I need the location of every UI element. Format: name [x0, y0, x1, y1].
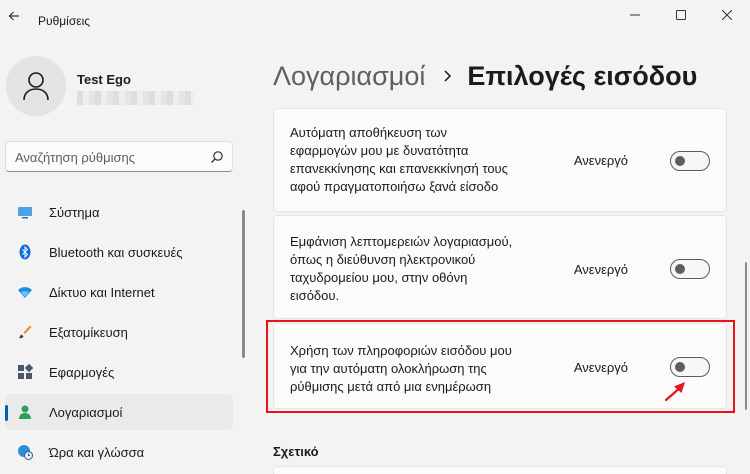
bluetooth-icon [19, 244, 31, 260]
setting-description-line: αφού πραγματοποιήσω ξανά είσοδο [290, 179, 499, 194]
clock-globe-icon [18, 445, 33, 460]
sidebar-item-label: Δίκτυο και Internet [49, 284, 155, 300]
chevron-right-icon [444, 70, 452, 82]
search-icon[interactable] [210, 150, 224, 164]
related-heading: Σχετικό [273, 444, 319, 459]
sidebar-item-label: Εξατομίκευση [49, 324, 128, 340]
sidebar-item-label: Εφαρμογές [49, 364, 115, 380]
sidebar-item-time-language[interactable]: Ώρα και γλώσσα [5, 434, 233, 470]
setting-description: Εμφάνιση λεπτομερειών λογαριασμού, όπως … [290, 233, 512, 305]
setting-description-line: ταχυδρομείου μου, στην οθόνη [290, 270, 468, 285]
sidebar-nav: Σύστημα Bluetooth και συσκευές Δίκτυο κα… [5, 194, 233, 474]
setting-description-line: όπως η διεύθυνση ηλεκτρονικού [290, 252, 476, 267]
apps-icon [18, 364, 33, 379]
sidebar-item-label: Λογαριασμοί [49, 404, 123, 420]
monitor-icon [18, 207, 32, 219]
sidebar-item-label: Bluetooth και συσκευές [49, 244, 183, 260]
sidebar-item-label: Ώρα και γλώσσα [49, 444, 145, 460]
title-bar: Ρυθμίσεις [0, 0, 750, 34]
brush-icon [19, 325, 32, 339]
toggle-knob [675, 156, 685, 166]
person-icon [23, 72, 49, 101]
maximize-button[interactable] [658, 4, 704, 26]
arrow-annotation-icon [664, 382, 685, 402]
back-arrow-icon [8, 11, 19, 21]
toggle-status: Ανενεργό [573, 262, 628, 277]
person-icon [19, 405, 31, 419]
setting-description-line: Αυτόματη αποθήκευση των [290, 125, 447, 140]
toggle-status: Ανενεργό [573, 153, 628, 168]
search-box[interactable] [5, 141, 233, 172]
toggle-knob [675, 264, 685, 274]
main-scrollbar[interactable] [745, 262, 747, 410]
breadcrumb-parent[interactable]: Λογαριασμοί [273, 61, 425, 92]
close-button[interactable] [704, 4, 750, 26]
account-details-toggle[interactable] [670, 259, 710, 279]
setting-description: Αυτόματη αποθήκευση των εφαρμογών μου με… [290, 124, 508, 196]
related-card[interactable] [273, 466, 727, 474]
maximize-icon [676, 10, 686, 20]
user-name: Test Ego [77, 72, 131, 87]
setting-description-line: εφαρμογών μου με δυνατότητα [290, 143, 469, 158]
sidebar-item-system[interactable]: Σύστημα [5, 194, 233, 230]
setting-description-line: επανεκκίνησης και επανεκκίνησή τους [290, 161, 508, 176]
close-icon [722, 10, 732, 20]
sidebar-item-network[interactable]: Δίκτυο και Internet [5, 274, 233, 310]
user-email-redacted [77, 91, 195, 105]
breadcrumb: Λογαριασμοί Επιλογές εισόδου [273, 58, 697, 94]
page-title: Επιλογές εισόδου [467, 60, 698, 91]
sidebar-item-personalization[interactable]: Εξατομίκευση [5, 314, 233, 350]
minimize-icon [630, 14, 640, 16]
setting-card-account-details: Εμφάνιση λεπτομερειών λογαριασμού, όπως … [273, 215, 727, 319]
search-input[interactable] [15, 148, 205, 166]
sidebar-item-bluetooth[interactable]: Bluetooth και συσκευές [5, 234, 233, 270]
sidebar-item-accounts[interactable]: Λογαριασμοί [5, 394, 233, 430]
minimize-button[interactable] [612, 4, 658, 26]
sidebar-item-apps[interactable]: Εφαρμογές [5, 354, 233, 390]
avatar[interactable] [6, 56, 66, 116]
app-title: Ρυθμίσεις [38, 14, 91, 28]
setting-description-line: Εμφάνιση λεπτομερειών λογαριασμού, [290, 234, 513, 249]
wifi-icon [18, 287, 32, 298]
setting-description-line: εισόδου. [290, 288, 340, 303]
sidebar-scrollbar[interactable] [242, 210, 245, 358]
back-button[interactable] [4, 6, 24, 26]
sidebar-item-label: Σύστημα [49, 204, 100, 220]
setting-card-restart-apps: Αυτόματη αποθήκευση των εφαρμογών μου με… [273, 108, 727, 212]
restart-apps-toggle[interactable] [670, 151, 710, 171]
